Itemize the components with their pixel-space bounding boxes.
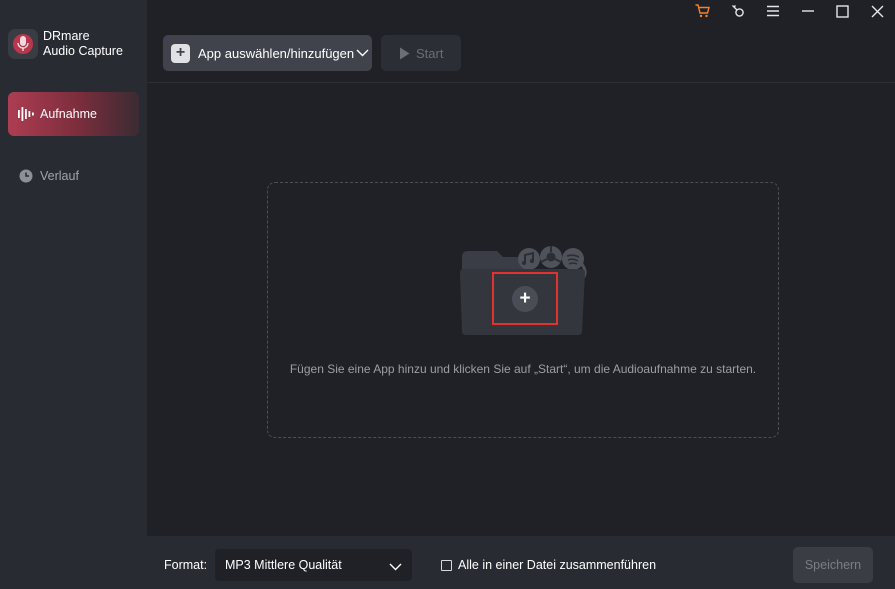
minimize-icon[interactable] — [790, 0, 825, 22]
brand-name: DRmare — [43, 29, 90, 43]
app-window: DRmare Audio Capture Aufnahme Verlauf + … — [0, 0, 895, 589]
cart-icon[interactable] — [685, 0, 720, 22]
start-button[interactable]: Start — [381, 35, 461, 71]
chevron-down-icon — [389, 560, 402, 574]
close-icon[interactable] — [860, 0, 895, 22]
sidebar-item-verlauf[interactable]: Verlauf — [8, 154, 139, 198]
bottom-bar: Format: MP3 Mittlere Qualität Alle in ei… — [147, 536, 895, 589]
sidebar-item-aufnahme[interactable]: Aufnahme — [8, 92, 139, 136]
merge-files-label: Alle in einer Datei zusammenführen — [458, 558, 657, 572]
play-icon — [399, 47, 410, 60]
app-drop-zone[interactable]: + Fügen Sie eine App hinzu und klicken S… — [267, 182, 779, 438]
chevron-down-icon — [356, 49, 369, 57]
checkbox-icon — [441, 559, 452, 571]
divider — [147, 82, 895, 83]
menu-icon[interactable] — [755, 0, 790, 22]
app-logo-icon — [8, 29, 38, 59]
sidebar-item-label: Verlauf — [40, 169, 79, 183]
add-app-highlight-button[interactable]: + — [492, 272, 558, 325]
brand: DRmare Audio Capture — [8, 29, 123, 59]
plus-icon: + — [171, 43, 190, 63]
maximize-icon[interactable] — [825, 0, 860, 22]
drop-zone-hint: Fügen Sie eine App hinzu und klicken Sie… — [289, 362, 757, 376]
add-app-label: App auswählen/hinzufügen — [198, 45, 355, 61]
brand-subtitle: Audio Capture — [43, 44, 123, 58]
add-app-button[interactable]: + App auswählen/hinzufügen — [163, 35, 372, 71]
window-controls — [685, 0, 895, 22]
save-button[interactable]: Speichern — [793, 547, 873, 583]
format-value: MP3 Mittlere Qualität — [225, 558, 342, 572]
sidebar: DRmare Audio Capture Aufnahme Verlauf — [0, 0, 147, 589]
start-label: Start — [416, 45, 444, 61]
sidebar-item-label: Aufnahme — [40, 107, 97, 121]
merge-files-checkbox[interactable]: Alle in einer Datei zusammenführen — [441, 558, 656, 572]
key-icon[interactable] — [720, 0, 755, 22]
clock-icon — [18, 168, 34, 184]
format-label: Format: — [164, 558, 208, 572]
add-circle-icon: + — [512, 285, 538, 312]
format-select[interactable]: MP3 Mittlere Qualität — [215, 549, 412, 581]
waveform-icon — [18, 106, 34, 122]
